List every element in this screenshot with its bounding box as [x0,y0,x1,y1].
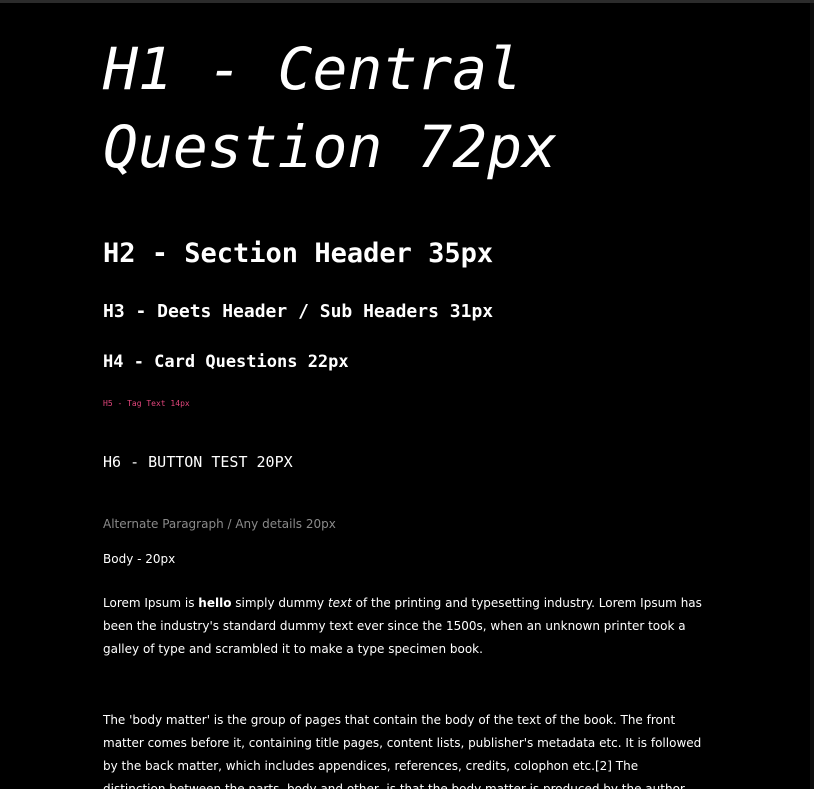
scrollbar-track[interactable] [810,3,814,789]
alternate-paragraph: Alternate Paragraph / Any details 20px [103,517,336,531]
heading-1: H1 - Central Question 72px [103,35,557,181]
paragraph-italic-text: text [327,596,352,610]
heading-5-tag-text: H5 - Tag Text 14px [103,399,190,408]
window-top-edge [0,0,814,3]
body-paragraph-1: Lorem Ipsum is hello simply dummy text o… [103,592,703,661]
heading-4: H4 - Card Questions 22px [103,352,349,372]
heading-3: H3 - Deets Header / Sub Headers 31px [103,301,494,322]
body-label: Body - 20px [103,552,176,566]
heading-6-button-text: H6 - BUTTON TEST 20PX [103,453,293,471]
body-paragraph-2: The 'body matter' is the group of pages … [103,713,702,789]
paragraph-text: Lorem Ipsum is [103,596,199,610]
paragraph-bold-text: hello [198,596,232,610]
paragraph-text: simply dummy [231,596,328,610]
heading-2: H2 - Section Header 35px [103,238,494,269]
